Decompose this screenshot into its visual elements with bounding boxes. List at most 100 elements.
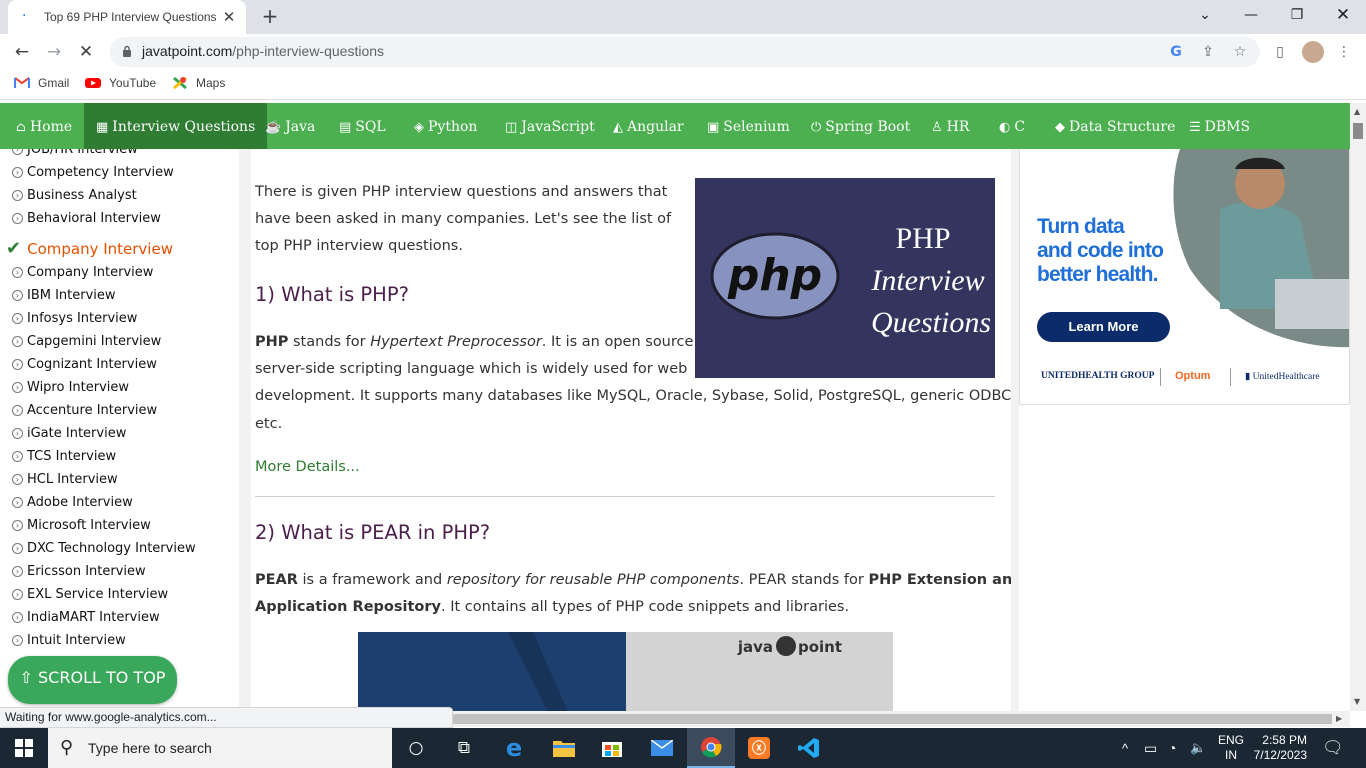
nav-sql[interactable]: ▤ SQL: [339, 103, 386, 149]
sidebar-item[interactable]: › HCL Interview: [12, 472, 118, 487]
task-view-icon[interactable]: ⧉: [440, 728, 488, 768]
bullet-icon: ›: [12, 336, 23, 347]
google-translate-icon[interactable]: G: [1166, 42, 1186, 62]
nav-python[interactable]: ◈ Python: [414, 103, 477, 149]
sidebar-item[interactable]: › Cognizant Interview: [12, 357, 157, 372]
sidebar-item[interactable]: › iGate Interview: [12, 426, 126, 441]
q1-line2: server-side scripting language which is …: [255, 361, 688, 377]
browser-tab[interactable]: · Top 69 PHP Interview Questions ✕: [8, 0, 246, 34]
nav-data-structure[interactable]: ◆ Data Structure: [1055, 103, 1175, 149]
horizontal-scroll-thumb[interactable]: [452, 714, 1332, 724]
bookmark-gmail[interactable]: Gmail: [14, 76, 69, 90]
brand-unitedhealth-group: UNITEDHEALTH GROUP: [1041, 371, 1155, 381]
sidebar-item[interactable]: › EXL Service Interview: [12, 587, 168, 602]
bookmark-youtube[interactable]: YouTube: [85, 76, 156, 90]
nav-javascript[interactable]: ◫ JavaScript: [505, 103, 595, 149]
scroll-up-icon[interactable]: ▲: [1354, 107, 1360, 116]
nav-angular[interactable]: ◭ Angular: [613, 103, 684, 149]
xampp-icon[interactable]: ⓧ: [735, 728, 783, 768]
bullet-icon: ›: [12, 359, 23, 370]
sidebar-item[interactable]: › Intuit Interview: [12, 633, 126, 648]
maximize-button[interactable]: ❐: [1274, 0, 1320, 30]
brand-divider: [1160, 368, 1161, 386]
nav-spring-boot[interactable]: ⏻ Spring Boot: [811, 103, 910, 149]
scroll-down-icon[interactable]: ▼: [1354, 697, 1360, 706]
windows-taskbar: ⚲ Type here to search ○ ⧉ e ⓧ ^ ▭ ◔ 🔈 EN…: [0, 728, 1366, 768]
nav-home[interactable]: ⌂ Home: [16, 103, 72, 149]
language-indicator[interactable]: ENG IN: [1218, 728, 1244, 768]
back-button[interactable]: ←: [10, 40, 34, 64]
sidebar-item[interactable]: › IBM Interview: [12, 288, 116, 303]
sidebar-item[interactable]: › DXC Technology Interview: [12, 541, 196, 556]
scroll-to-top-button[interactable]: ⇧ SCROLL TO TOP: [8, 656, 177, 704]
wifi-icon[interactable]: ◔: [1168, 728, 1176, 768]
new-tab-button[interactable]: +: [258, 5, 282, 29]
notification-icon[interactable]: 🗨: [1322, 728, 1344, 768]
volume-muted-icon[interactable]: 🔈: [1190, 728, 1206, 768]
chrome-icon[interactable]: [687, 728, 735, 768]
content-gutter: [1011, 149, 1019, 711]
sidebar-item[interactable]: › Adobe Interview: [12, 495, 133, 510]
share-icon[interactable]: ⇪: [1198, 42, 1218, 62]
taskbar-search[interactable]: ⚲ Type here to search: [48, 728, 392, 768]
question-1-title: 1) What is PHP?: [255, 283, 409, 306]
interview-icon: ▦: [96, 120, 109, 135]
address-bar[interactable]: javatpoint.com/php-interview-questions G…: [110, 37, 1260, 67]
sidebar-item[interactable]: › Behavioral Interview: [12, 211, 161, 226]
vertical-scroll-thumb[interactable]: [1353, 123, 1363, 139]
profile-avatar[interactable]: [1302, 41, 1324, 63]
sidebar-item[interactable]: › Business Analyst: [12, 188, 137, 203]
php-interview-image: php PHP Interview Questions: [695, 178, 995, 378]
cortana-icon[interactable]: ○: [392, 728, 440, 768]
menu-icon[interactable]: ⋮: [1334, 42, 1354, 62]
vscode-icon[interactable]: [785, 728, 833, 768]
file-explorer-icon[interactable]: [540, 728, 588, 768]
store-icon[interactable]: [588, 728, 636, 768]
scroll-right-icon[interactable]: ▶: [1336, 714, 1342, 723]
edge-icon[interactable]: e: [490, 728, 538, 768]
sidebar-item[interactable]: › Company Interview: [12, 265, 153, 280]
minimize-button[interactable]: —: [1228, 0, 1274, 30]
close-window-button[interactable]: ✕: [1320, 0, 1366, 30]
angular-icon: ◭: [613, 120, 623, 135]
main-content: There is given PHP interview questions a…: [251, 149, 1011, 711]
bullet-icon: ›: [12, 149, 23, 155]
sidebar-item[interactable]: › TCS Interview: [12, 449, 116, 464]
show-hidden-icons[interactable]: ^: [1122, 728, 1128, 768]
bookmark-maps[interactable]: Maps: [172, 76, 225, 90]
sidebar-item[interactable]: › JOB/HR Interview: [12, 149, 138, 157]
nav-selenium[interactable]: ▣ Selenium: [707, 103, 790, 149]
sidebar-item[interactable]: › Infosys Interview: [12, 311, 137, 326]
nav-interview-questions[interactable]: ▦ Interview Questions: [84, 103, 268, 149]
tab-search-icon[interactable]: ⌄: [1182, 0, 1228, 30]
bullet-icon: ›: [12, 474, 23, 485]
close-tab-icon[interactable]: ✕: [220, 8, 238, 26]
vertical-scrollbar[interactable]: ▲ ▼: [1350, 103, 1366, 711]
home-icon: ⌂: [16, 120, 26, 135]
sidebar-item[interactable]: › Microsoft Interview: [12, 518, 151, 533]
sidebar-item[interactable]: › Competency Interview: [12, 165, 174, 180]
nav-dbms[interactable]: ☰ DBMS: [1189, 103, 1250, 149]
sidebar-heading[interactable]: ✔ Company Interview: [6, 238, 173, 259]
battery-icon[interactable]: ▭: [1144, 728, 1157, 768]
clock[interactable]: 2:58 PM 7/12/2023: [1254, 728, 1307, 768]
horizontal-scrollbar[interactable]: ▶: [452, 711, 1350, 727]
advertisement[interactable]: Turn data and code into better health. L…: [1019, 149, 1350, 405]
more-details-link[interactable]: More Details...: [255, 459, 360, 475]
stop-loading-button[interactable]: ✕: [74, 40, 98, 64]
forward-button[interactable]: →: [42, 40, 66, 64]
nav-hr[interactable]: ♙ HR: [931, 103, 969, 149]
sidebar-item[interactable]: › IndiaMART Interview: [12, 610, 160, 625]
mail-icon[interactable]: [638, 728, 686, 768]
sidebar-item[interactable]: › Capgemini Interview: [12, 334, 161, 349]
sidebar-item[interactable]: › Wipro Interview: [12, 380, 129, 395]
sidebar-item[interactable]: › Accenture Interview: [12, 403, 157, 418]
nav-c[interactable]: ◐ C: [999, 103, 1025, 149]
start-button[interactable]: [0, 728, 48, 768]
nav-java[interactable]: ☕ Java: [265, 103, 315, 149]
bookmark-star-icon[interactable]: ☆: [1230, 42, 1250, 62]
learn-more-button[interactable]: Learn More: [1037, 312, 1170, 342]
sidebar-item[interactable]: › Ericsson Interview: [12, 564, 146, 579]
side-panel-icon[interactable]: ▯: [1270, 42, 1290, 62]
hr-icon: ♙: [931, 120, 943, 135]
